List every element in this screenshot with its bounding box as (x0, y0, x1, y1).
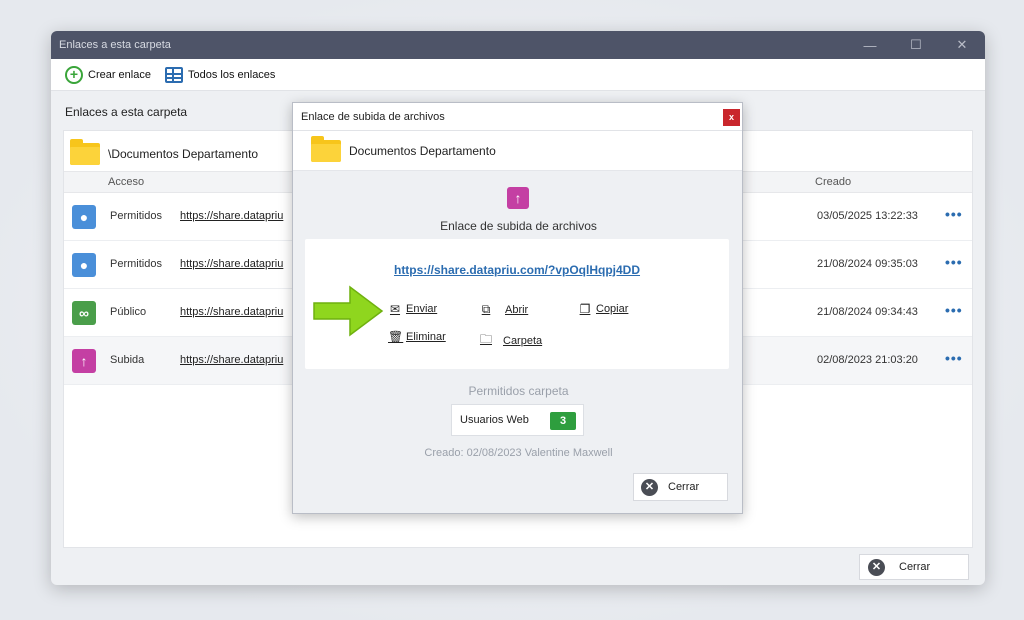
maximize-button[interactable]: ☐ (893, 37, 939, 53)
header-created[interactable]: Creado (815, 176, 851, 188)
send-label: Enviar (406, 303, 438, 315)
upload-icon: ↑ (72, 349, 96, 373)
create-link-button[interactable]: + Crear enlace (65, 65, 151, 84)
delete-label: Eliminar (406, 331, 446, 343)
delete-button[interactable]: 🗑 Eliminar (388, 330, 446, 344)
list-grid-icon (164, 66, 183, 83)
copy-label: Copiar (596, 303, 629, 315)
folder-icon (70, 139, 100, 165)
close-circle-icon: ✕ (868, 558, 885, 576)
folder-icon (311, 135, 341, 162)
minimize-button[interactable]: — (847, 38, 893, 53)
create-link-label: Crear enlace (88, 68, 151, 81)
more-options-icon[interactable]: ••• (945, 302, 963, 318)
window-titlebar[interactable]: Enlaces a esta carpeta — ☐ ✕ (51, 31, 985, 59)
folder-path: \Documentos Departamento (70, 139, 259, 165)
row-link[interactable]: https://share.datapriu (180, 258, 283, 270)
link-icon: ∞ (72, 301, 96, 325)
row-created: 02/08/2023 21:03:20 (817, 354, 918, 366)
folder-label: Carpeta (503, 334, 543, 347)
row-link[interactable]: https://share.datapriu (180, 354, 283, 366)
window-close-button[interactable]: ✕ (939, 37, 985, 53)
section-title: Enlaces a esta carpeta (65, 105, 188, 119)
open-window-icon: ⧉ (481, 302, 491, 316)
more-options-icon[interactable]: ••• (945, 254, 963, 270)
upload-icon: ↑ (507, 187, 529, 209)
trash-icon: 🗑 (388, 330, 404, 344)
close-button[interactable]: ✕ Cerrar (859, 554, 969, 580)
dialog-close-x-button[interactable]: x (723, 109, 740, 126)
row-access: Subida (110, 354, 145, 366)
dialog-close-label: Cerrar (668, 481, 700, 493)
row-created: 21/08/2024 09:34:43 (817, 306, 918, 318)
more-options-icon[interactable]: ••• (945, 350, 963, 366)
row-created: 03/05/2025 13:22:33 (817, 210, 918, 222)
folder-outline-icon: 🗀 (479, 332, 492, 346)
all-links-button[interactable]: Todos los enlaces (164, 66, 276, 83)
dialog-subtitle: Enlace de subida de archivos (440, 219, 597, 233)
folder-button[interactable]: 🗀 Carpeta (479, 330, 542, 351)
row-created: 21/08/2024 09:35:03 (817, 258, 918, 270)
send-button[interactable]: ✉ Enviar (388, 302, 437, 316)
all-links-label: Todos los enlaces (187, 68, 276, 81)
close-button-label: Cerrar (899, 561, 931, 573)
window-title: Enlaces a esta carpeta (59, 39, 171, 51)
pointer-arrow-icon (313, 285, 384, 337)
web-users-chip[interactable]: Usuarios Web 3 (451, 404, 584, 436)
copy-icon: ❐ (579, 302, 591, 316)
add-circle-icon: + (65, 65, 83, 84)
row-link[interactable]: https://share.datapriu (180, 306, 283, 318)
user-icon: ● (72, 253, 96, 277)
dialog-close-button[interactable]: ✕ Cerrar (633, 473, 728, 501)
dialog-folder-name: Documentos Departamento (349, 143, 496, 158)
copy-button[interactable]: ❐ Copiar (578, 302, 629, 316)
row-link[interactable]: https://share.datapriu (180, 210, 283, 222)
row-access: Permitidos (110, 258, 162, 270)
created-info: Creado: 02/08/2023 Valentine Maxwell (424, 447, 613, 459)
dialog-folder: Documentos Departamento (293, 131, 742, 171)
dialog-titlebar[interactable]: Enlace de subida de archivos x (293, 103, 742, 131)
more-options-icon[interactable]: ••• (945, 206, 963, 222)
row-access: Permitidos (110, 210, 162, 222)
user-icon: ● (72, 205, 96, 229)
users-count-badge: 3 (550, 412, 576, 430)
share-url-link[interactable]: https://share.datapriu.com/?vpOqlHqpj4DD (305, 263, 729, 277)
header-access[interactable]: Acceso (108, 176, 144, 188)
toolbar: + Crear enlace Todos los enlaces (51, 59, 985, 91)
dialog-title: Enlace de subida de archivos (301, 110, 445, 123)
folder-path-text: \Documentos Departamento (108, 147, 259, 161)
envelope-icon: ✉ (389, 302, 401, 316)
row-access: Público (110, 306, 147, 318)
web-users-label: Usuarios Web (460, 414, 529, 426)
open-label: Abrir (505, 303, 529, 316)
open-button[interactable]: ⧉ Abrir (479, 302, 529, 317)
close-circle-icon: ✕ (641, 478, 658, 496)
permitted-title: Permitidos carpeta (468, 384, 569, 398)
